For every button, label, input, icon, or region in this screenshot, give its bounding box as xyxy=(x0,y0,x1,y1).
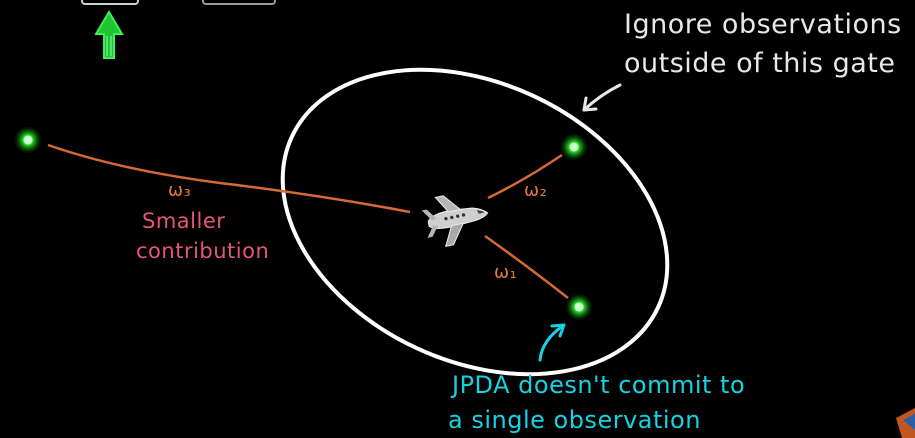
gate-note-line2: outside of this gate xyxy=(624,48,896,79)
observation-lower-right xyxy=(565,293,593,321)
jpda-pointer-arrow xyxy=(538,323,566,362)
top-box-left xyxy=(81,0,139,5)
weight-label-w3: ω₃ xyxy=(168,180,192,201)
weight-label-w2: ω₂ xyxy=(524,180,548,201)
top-box-right xyxy=(202,0,276,5)
observation-left xyxy=(14,126,42,154)
smaller-note-line2: contribution xyxy=(136,239,270,263)
observation-upper-right xyxy=(560,133,588,161)
gate-note-line1: Ignore observations xyxy=(624,9,902,40)
jpda-note-line1: JPDA doesn't commit to xyxy=(452,371,746,399)
smaller-note-line1: Smaller xyxy=(142,209,226,233)
gate-pointer-arrow xyxy=(582,83,622,112)
weight-label-w1: ω₁ xyxy=(494,262,518,283)
jpda-note-line2: a single observation xyxy=(448,406,701,434)
airplane-icon xyxy=(421,195,489,248)
association-line-w3 xyxy=(47,143,411,214)
corner-logo-icon xyxy=(896,408,915,438)
up-arrow-icon xyxy=(94,10,124,59)
